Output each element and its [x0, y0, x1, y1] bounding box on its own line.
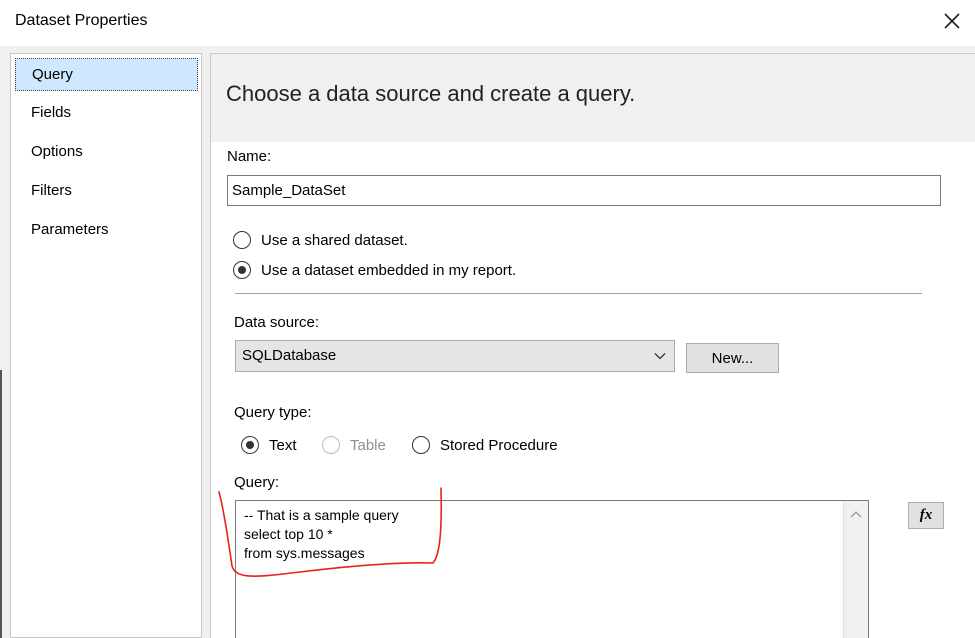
radio-button[interactable] [412, 436, 430, 454]
radio-label: Table [350, 436, 386, 454]
shared-dataset-option[interactable]: Use a shared dataset. [233, 229, 408, 251]
close-icon [944, 13, 960, 29]
query-editor[interactable]: -- That is a sample query select top 10 … [235, 500, 869, 638]
nav-item-options[interactable]: Options [15, 136, 198, 169]
title-bar: Dataset Properties [0, 0, 975, 46]
query-type-text-option[interactable]: Text [241, 434, 297, 456]
radio-button[interactable] [233, 261, 251, 279]
dialog-title: Dataset Properties [15, 12, 148, 29]
chevron-down-icon [654, 353, 666, 360]
radio-button[interactable] [233, 231, 251, 249]
query-content: Name: Use a shared dataset. Use a datase… [211, 142, 975, 638]
query-text[interactable]: -- That is a sample query select top 10 … [244, 506, 399, 563]
nav-item-query[interactable]: Query [15, 58, 198, 91]
nav-item-filters[interactable]: Filters [15, 175, 198, 208]
nav-item-fields[interactable]: Fields [15, 97, 198, 130]
radio-button[interactable] [241, 436, 259, 454]
embedded-dataset-option[interactable]: Use a dataset embedded in my report. [233, 259, 516, 281]
window-edge [0, 370, 2, 638]
query-label: Query: [234, 474, 280, 491]
name-field[interactable] [227, 175, 941, 206]
radio-label: Stored Procedure [440, 436, 558, 454]
expression-button[interactable]: fx [908, 502, 944, 529]
nav-item-label: Query [32, 66, 73, 83]
query-type-table-option: Table [322, 434, 386, 456]
separator [235, 293, 922, 294]
nav-item-label: Parameters [31, 221, 109, 238]
name-label: Name: [227, 148, 272, 165]
data-source-dropdown[interactable]: SQLDatabase [235, 340, 675, 372]
radio-label: Use a shared dataset. [261, 231, 408, 249]
data-source-label: Data source: [234, 314, 320, 331]
page-title: Choose a data source and create a query. [226, 81, 636, 106]
nav-item-parameters[interactable]: Parameters [15, 214, 198, 247]
dataset-properties-dialog: Dataset Properties Query Fields Options … [0, 0, 975, 638]
radio-label: Text [269, 436, 297, 454]
query-type-label: Query type: [234, 404, 312, 421]
nav-item-label: Options [31, 143, 83, 160]
nav-item-label: Filters [31, 182, 72, 199]
sidebar-nav: Query Fields Options Filters Parameters [10, 53, 202, 638]
page-header: Choose a data source and create a query. [211, 54, 975, 142]
radio-button [322, 436, 340, 454]
data-source-value: SQLDatabase [242, 347, 337, 364]
main-panel: Choose a data source and create a query.… [210, 53, 975, 638]
vertical-scrollbar[interactable] [843, 501, 868, 638]
close-button[interactable] [937, 6, 967, 36]
radio-label: Use a dataset embedded in my report. [261, 261, 517, 279]
new-data-source-button[interactable]: New... [686, 343, 779, 373]
chevron-up-icon[interactable] [850, 509, 862, 519]
nav-item-label: Fields [31, 104, 72, 121]
query-type-stored-procedure-option[interactable]: Stored Procedure [412, 434, 558, 456]
